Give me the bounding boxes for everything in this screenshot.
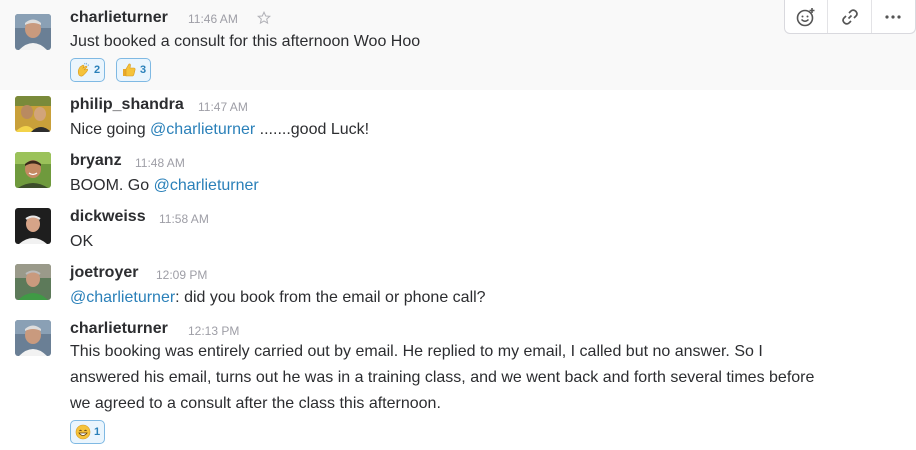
timestamp[interactable]: 11:48 AM xyxy=(135,156,185,170)
timestamp[interactable]: 11:47 AM xyxy=(198,100,248,114)
username[interactable]: charlieturner xyxy=(70,320,168,338)
message-6[interactable]: charlieturner 12:13 PM This booking was … xyxy=(0,314,916,450)
timestamp[interactable]: 12:09 PM xyxy=(156,268,207,282)
reaction-count: 3 xyxy=(140,64,147,76)
message-2[interactable]: philip_shandra 11:47 AM Nice going @char… xyxy=(0,90,916,146)
message-5[interactable]: joetroyer 12:09 PM @charlieturner: did y… xyxy=(0,258,916,314)
message-text-line: we agreed to a consult after the class t… xyxy=(70,395,441,412)
message-text-line: answered his email, turns out he was in … xyxy=(70,369,815,386)
grinning-face-icon xyxy=(75,424,91,440)
message-text-line: This booking was entirely carried out by… xyxy=(70,343,763,360)
timestamp[interactable]: 11:58 AM xyxy=(159,212,209,226)
star-icon[interactable] xyxy=(257,11,271,25)
username[interactable]: bryanz xyxy=(70,152,122,170)
text-segment: : did you book from the email or phone c… xyxy=(175,289,486,306)
thumbs-up-icon xyxy=(123,63,136,77)
clapping-hands-icon xyxy=(77,62,89,77)
add-reaction-button[interactable] xyxy=(785,0,829,33)
username[interactable]: charlieturner xyxy=(70,9,168,27)
avatar[interactable] xyxy=(15,152,51,188)
timestamp[interactable]: 11:46 AM xyxy=(188,12,238,26)
add-reaction-icon xyxy=(796,7,815,26)
more-actions-icon xyxy=(885,14,901,19)
reaction-grin[interactable]: 1 xyxy=(70,420,106,444)
message-text: BOOM. Go @charlieturner xyxy=(70,173,259,199)
avatar[interactable] xyxy=(15,96,51,132)
username[interactable]: joetroyer xyxy=(70,264,138,282)
avatar[interactable] xyxy=(15,320,51,356)
message-actions-toolbar xyxy=(784,0,916,34)
mention-link[interactable]: @charlieturner xyxy=(70,289,175,306)
copy-link-button[interactable] xyxy=(828,0,872,33)
username[interactable]: dickweiss xyxy=(70,208,146,226)
reaction-thumbsup[interactable]: 3 xyxy=(116,58,152,82)
reaction-clap[interactable]: 2 xyxy=(70,58,106,82)
text-segment: BOOM. Go xyxy=(70,177,154,194)
username[interactable]: philip_shandra xyxy=(70,96,184,114)
message-text: OK xyxy=(70,233,94,250)
mention-link[interactable]: @charlieturner xyxy=(150,121,255,138)
message-4[interactable]: dickweiss 11:58 AM OK xyxy=(0,202,916,258)
timestamp[interactable]: 12:13 PM xyxy=(188,324,239,338)
reaction-count: 1 xyxy=(94,426,101,438)
message-text: Nice going @charlieturner .......good Lu… xyxy=(70,117,369,143)
mention-link[interactable]: @charlieturner xyxy=(154,177,259,194)
avatar[interactable] xyxy=(15,208,51,244)
avatar[interactable] xyxy=(15,264,51,300)
message-text: @charlieturner: did you book from the em… xyxy=(70,285,486,311)
avatar[interactable] xyxy=(15,14,51,50)
message-3[interactable]: bryanz 11:48 AM BOOM. Go @charlieturner xyxy=(0,146,916,202)
message-text: Just booked a consult for this afternoon… xyxy=(70,33,421,50)
reaction-count: 2 xyxy=(94,64,101,76)
copy-link-icon xyxy=(841,8,858,25)
more-actions-button[interactable] xyxy=(872,0,915,33)
text-segment: .......good Luck! xyxy=(255,121,370,138)
text-segment: Nice going xyxy=(70,121,151,138)
message-1[interactable]: charlieturner 11:46 AM Just booked a con… xyxy=(0,0,916,90)
